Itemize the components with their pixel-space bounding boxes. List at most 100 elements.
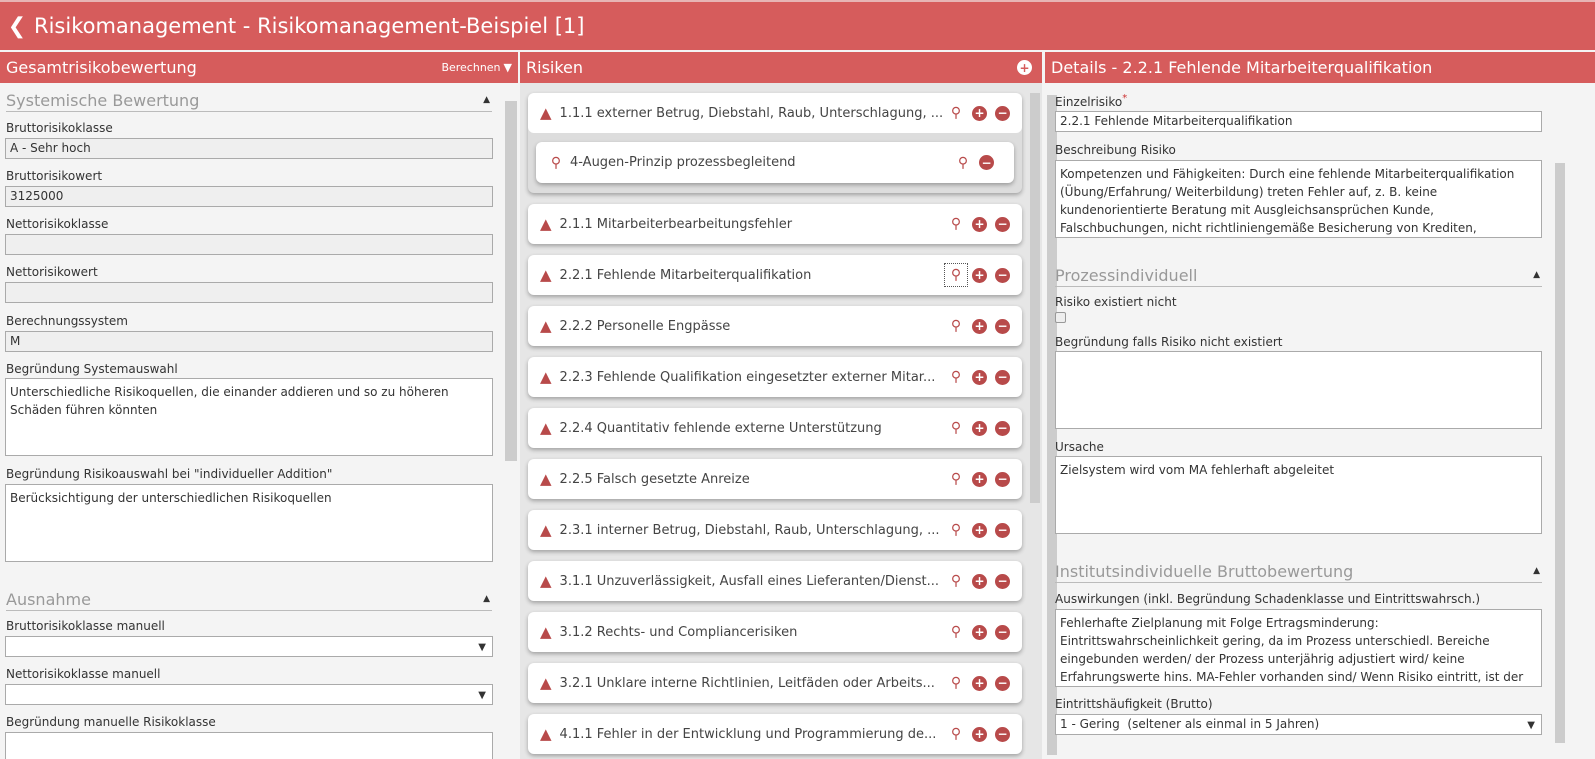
- section-prozessindividuell[interactable]: Prozessindividuell ▲: [1055, 266, 1542, 287]
- risk-item[interactable]: ▲ 3.2.1 Unklare interne Richtlinien, Leit…: [528, 663, 1022, 703]
- remove-icon[interactable]: −: [995, 369, 1010, 385]
- add-icon[interactable]: +: [972, 420, 987, 436]
- remove-icon[interactable]: −: [995, 471, 1010, 487]
- risk-item[interactable]: ▲ 2.2.4 Quantitativ fehlende externe Unte…: [528, 408, 1022, 448]
- search-icon[interactable]: ⚲: [948, 369, 964, 385]
- berechnen-dropdown[interactable]: Berechnen ▼: [441, 61, 512, 74]
- risk-item[interactable]: ▲ 2.3.1 interner Betrug, Diebstahl, Raub,…: [528, 510, 1022, 550]
- remove-icon[interactable]: −: [995, 267, 1010, 283]
- warning-icon: ▲: [540, 674, 552, 692]
- section-bruttobewertung[interactable]: Institutsindividuelle Bruttobewertung ▲: [1055, 562, 1542, 583]
- remove-icon[interactable]: −: [995, 726, 1010, 742]
- scrollbar[interactable]: [505, 101, 517, 461]
- add-icon[interactable]: +: [972, 675, 987, 691]
- field-label: Beschreibung Risiko: [1055, 143, 1176, 157]
- measure-item[interactable]: ⚲ 4-Augen-Prinzip prozessbegleitend ⚲ −: [536, 142, 1014, 183]
- search-icon: ⚲: [550, 154, 562, 171]
- remove-icon[interactable]: −: [995, 420, 1010, 436]
- app-header: ❮ Risikomanagement - Risikomanagement-Be…: [0, 0, 1595, 50]
- risk-item[interactable]: ▲ 4.1.1 Fehler in der Entwicklung und Pro…: [528, 714, 1022, 754]
- section-title: Ausnahme: [6, 590, 91, 609]
- section-title: Institutsindividuelle Bruttobewertung: [1055, 562, 1354, 581]
- remove-icon[interactable]: −: [995, 573, 1010, 589]
- search-icon[interactable]: ⚲: [948, 471, 964, 487]
- risk-item[interactable]: ▲ 2.1.1 Mitarbeiterbearbeitungsfehler ⚲ + −: [528, 204, 1022, 244]
- add-icon[interactable]: +: [972, 318, 987, 334]
- beschreibung-textarea[interactable]: Kompetenzen und Fähigkeiten: Durch eine …: [1055, 160, 1542, 238]
- left-panel: Systemische Bewertung ▲ Bruttorisikoklass…: [0, 83, 518, 759]
- scrollbar[interactable]: [1030, 93, 1040, 503]
- nettorisikowert-field[interactable]: [5, 282, 493, 303]
- risk-label: 3.2.1 Unklare interne Richtlinien, Leitf…: [559, 675, 935, 691]
- risk-item[interactable]: ▲ 1.1.1 externer Betrug, Diebstahl, Raub,…: [528, 93, 1022, 133]
- add-icon[interactable]: +: [972, 267, 987, 283]
- risk-item[interactable]: ▲ 2.2.5 Falsch gesetzte Anreize ⚲ + −: [528, 459, 1022, 499]
- details-panel: Einzelrisiko* 2.2.1 Fehlende Mitarbeiter…: [1045, 83, 1595, 759]
- risk-item[interactable]: ▲ 2.2.3 Fehlende Qualifikation eingesetzt…: [528, 357, 1022, 397]
- add-icon[interactable]: +: [972, 216, 987, 232]
- search-icon[interactable]: ⚲: [948, 624, 964, 640]
- bruttorisikoklasse-manuell-select[interactable]: [5, 636, 493, 657]
- search-icon[interactable]: ⚲: [948, 420, 964, 436]
- add-icon[interactable]: +: [972, 573, 987, 589]
- risk-list: ▲ 1.1.1 externer Betrug, Diebstahl, Raub,…: [520, 83, 1042, 759]
- nettorisikoklasse-manuell-select[interactable]: [5, 684, 493, 705]
- add-icon[interactable]: +: [972, 105, 987, 121]
- add-icon[interactable]: +: [972, 522, 987, 538]
- ursache-textarea[interactable]: Zielsystem wird vom MA fehlerhaft abgele…: [1055, 456, 1542, 534]
- add-icon[interactable]: +: [972, 624, 987, 640]
- left-panel-title: Gesamtrisikobewertung: [6, 58, 197, 77]
- begruendung-systemauswahl-textarea[interactable]: Unterschiedliche Risikoquellen, die eina…: [5, 378, 493, 456]
- collapse-icon[interactable]: ▲: [483, 95, 490, 105]
- remove-icon[interactable]: −: [995, 522, 1010, 538]
- search-icon[interactable]: ⚲: [948, 522, 964, 538]
- middle-panel-title: Risiken: [526, 58, 584, 77]
- eintrittshaeufigkeit-select[interactable]: 1 - Gering (seltener als einmal in 5 Jah…: [1055, 714, 1542, 735]
- remove-icon[interactable]: −: [995, 216, 1010, 232]
- add-icon[interactable]: +: [972, 471, 987, 487]
- search-icon[interactable]: ⚲: [948, 105, 964, 121]
- begruendung-manuell-textarea[interactable]: [5, 732, 493, 759]
- remove-icon[interactable]: −: [995, 105, 1010, 121]
- risiko-existiert-nicht-checkbox[interactable]: [1055, 312, 1066, 323]
- add-risk-icon[interactable]: +: [1017, 60, 1032, 75]
- einzelrisiko-field[interactable]: 2.2.1 Fehlende Mitarbeiterqualifikation: [1055, 111, 1542, 132]
- search-icon[interactable]: ⚲: [948, 573, 964, 589]
- remove-icon[interactable]: −: [995, 624, 1010, 640]
- section-title: Systemische Bewertung: [6, 91, 200, 110]
- add-icon[interactable]: +: [972, 369, 987, 385]
- risk-item[interactable]: ▲ 3.1.2 Rechts- und Compliancerisiken ⚲ + −: [528, 612, 1022, 652]
- remove-icon[interactable]: −: [979, 155, 994, 170]
- auswirkungen-textarea[interactable]: Fehlerhafte Zielplanung mit Folge Ertrag…: [1055, 609, 1542, 687]
- bruttorisikowert-field[interactable]: 3125000: [5, 186, 493, 207]
- begruendung-textarea[interactable]: [1055, 351, 1542, 429]
- risk-label: 2.2.2 Personelle Engpässe: [559, 318, 731, 334]
- search-icon[interactable]: ⚲: [948, 318, 964, 334]
- section-ausnahme[interactable]: Ausnahme ▲: [6, 590, 492, 611]
- remove-icon[interactable]: −: [995, 675, 1010, 691]
- bruttorisikoklasse-field[interactable]: A - Sehr hoch: [5, 138, 493, 159]
- collapse-icon[interactable]: ▲: [1533, 566, 1540, 576]
- risk-item[interactable]: ▲ 2.2.1 Fehlende Mitarbeiterqualifikation…: [528, 255, 1022, 295]
- search-icon[interactable]: ⚲: [948, 726, 964, 742]
- search-icon[interactable]: ⚲: [955, 155, 971, 171]
- scrollbar-details[interactable]: [1555, 163, 1565, 743]
- berechnen-label: Berechnen: [441, 61, 501, 74]
- warning-icon: ▲: [540, 104, 552, 122]
- collapse-icon[interactable]: ▲: [483, 594, 490, 604]
- remove-icon[interactable]: −: [995, 318, 1010, 334]
- collapse-icon[interactable]: ▲: [1533, 270, 1540, 280]
- section-systemische-bewertung[interactable]: Systemische Bewertung ▲: [6, 91, 492, 112]
- berechnungssystem-field[interactable]: M: [5, 331, 493, 352]
- field-label: Bruttorisikoklasse: [6, 121, 113, 135]
- risk-item[interactable]: ▲ 2.2.2 Personelle Engpässe ⚲ + −: [528, 306, 1022, 346]
- begruendung-risikoauswahl-textarea[interactable]: Berücksichtigung der unterschiedlichen R…: [5, 484, 493, 562]
- search-icon[interactable]: ⚲: [948, 216, 964, 232]
- search-icon[interactable]: ⚲: [948, 675, 964, 691]
- search-icon[interactable]: ⚲: [944, 263, 968, 287]
- nettorisikoklasse-field[interactable]: [5, 234, 493, 255]
- back-icon[interactable]: ❮: [0, 14, 34, 39]
- add-icon[interactable]: +: [972, 726, 987, 742]
- risk-item[interactable]: ▲ 3.1.1 Unzuverlässigkeit, Ausfall eines …: [528, 561, 1022, 601]
- field-label: Auswirkungen (inkl. Begründung Schadenkl…: [1055, 592, 1481, 606]
